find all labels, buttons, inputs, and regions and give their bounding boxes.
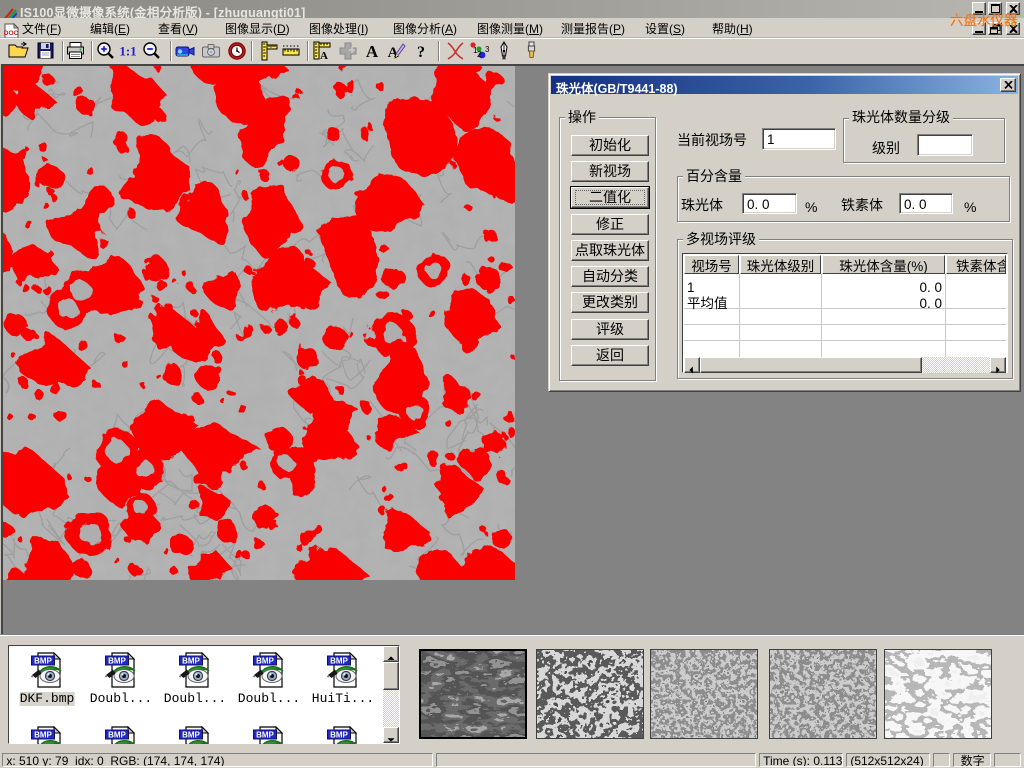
svg-text:BMP: BMP — [34, 657, 52, 666]
svg-text:2: 2 — [477, 49, 482, 60]
svg-text:?: ? — [417, 44, 425, 61]
svg-text:BMP: BMP — [108, 731, 126, 740]
svg-text:DOC: DOC — [4, 30, 19, 37]
svg-text:BMP: BMP — [182, 731, 200, 740]
svg-text:BMP: BMP — [330, 731, 348, 740]
svg-text:BMP: BMP — [34, 731, 52, 740]
svg-text:A: A — [366, 42, 379, 61]
svg-text:1:1: 1:1 — [119, 44, 136, 59]
svg-text:A: A — [320, 50, 328, 62]
svg-text:BMP: BMP — [256, 731, 274, 740]
svg-text:BMP: BMP — [256, 657, 274, 666]
svg-text:BMP: BMP — [108, 657, 126, 666]
svg-text:BMP: BMP — [330, 657, 348, 666]
svg-text:BMP: BMP — [182, 657, 200, 666]
svg-text:3: 3 — [485, 44, 489, 55]
